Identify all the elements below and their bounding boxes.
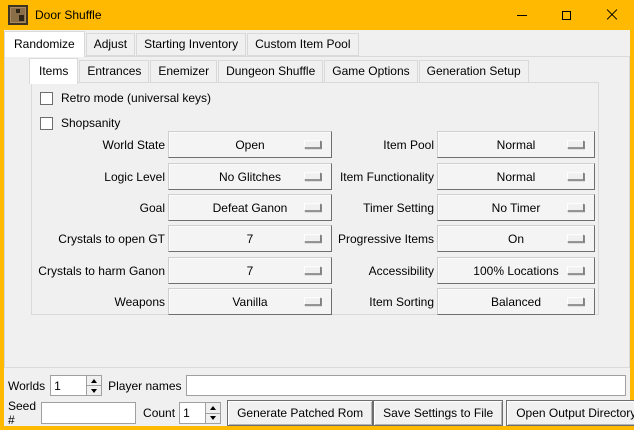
item-functionality-label: Item Functionality [285, 170, 437, 184]
tab-adjust[interactable]: Adjust [86, 33, 135, 56]
logic-level-label: Logic Level [32, 170, 168, 184]
item-sorting-dropdown[interactable]: Balanced [437, 288, 595, 315]
shopsanity-checkbox-row: Shopsanity [40, 114, 120, 132]
progressive-items-label: Progressive Items [285, 232, 437, 246]
accessibility-label: Accessibility [285, 264, 437, 278]
goal-label: Goal [32, 201, 168, 215]
goal-value: Defeat Ganon [213, 201, 288, 215]
client-area: Randomize Adjust Starting Inventory Cust… [4, 30, 630, 426]
item-pool-dropdown[interactable]: Normal [437, 131, 595, 158]
maximize-button[interactable] [544, 0, 589, 30]
crystals-gt-label: Crystals to open GT [32, 232, 168, 246]
window-title: Door Shuffle [35, 8, 102, 22]
seed-label: Seed # [8, 399, 36, 427]
worlds-row: Worlds Player names [8, 375, 628, 396]
count-label: Count [143, 406, 175, 420]
item-pool-row: Item Pool Normal [285, 131, 595, 158]
titlebar: Door Shuffle [0, 0, 634, 30]
retro-mode-checkbox[interactable] [40, 92, 53, 105]
count-spin-buttons [205, 403, 220, 423]
dropdown-indicator-icon [567, 297, 584, 305]
worlds-label: Worlds [8, 379, 45, 393]
retro-mode-checkbox-row: Retro mode (universal keys) [40, 89, 211, 107]
dropdown-indicator-icon [567, 234, 584, 242]
accessibility-dropdown[interactable]: 100% Locations [437, 257, 595, 284]
worlds-spinbox[interactable] [50, 375, 102, 396]
tab-items[interactable]: Items [29, 58, 78, 84]
player-names-label: Player names [108, 379, 181, 393]
close-button[interactable] [589, 0, 634, 30]
tab-dungeon-shuffle[interactable]: Dungeon Shuffle [218, 60, 323, 83]
arrow-down-icon [210, 416, 216, 420]
tab-enemizer[interactable]: Enemizer [150, 60, 217, 83]
item-functionality-dropdown[interactable]: Normal [437, 163, 595, 190]
worlds-spin-buttons [86, 376, 101, 395]
arrow-down-icon [91, 389, 97, 393]
dropdown-indicator-icon [567, 266, 584, 274]
item-pool-value: Normal [497, 138, 536, 152]
worlds-spin-up-button[interactable] [87, 376, 101, 385]
count-spinbox[interactable] [179, 402, 221, 424]
retro-mode-label: Retro mode (universal keys) [61, 91, 211, 105]
crystals-ganon-label: Crystals to harm Ganon [32, 264, 168, 278]
crystals-gt-value: 7 [247, 232, 254, 246]
weapons-label: Weapons [32, 295, 168, 309]
seed-input[interactable] [41, 402, 136, 424]
dropdown-indicator-icon [567, 140, 584, 148]
progressive-items-dropdown[interactable]: On [437, 225, 595, 252]
item-functionality-row: Item Functionality Normal [285, 163, 595, 190]
tab-generation-setup[interactable]: Generation Setup [419, 60, 529, 83]
crystals-ganon-value: 7 [247, 264, 254, 278]
minimize-button[interactable] [499, 0, 544, 30]
item-sorting-row: Item Sorting Balanced [285, 288, 595, 315]
tab-randomize[interactable]: Randomize [4, 31, 85, 57]
worlds-input[interactable] [51, 376, 86, 395]
worlds-spin-down-button[interactable] [87, 385, 101, 395]
dropdown-indicator-icon [567, 172, 584, 180]
open-output-directory-button[interactable]: Open Output Directory [506, 400, 634, 426]
item-sorting-label: Item Sorting [285, 295, 437, 309]
shopsanity-checkbox[interactable] [40, 117, 53, 130]
items-panel: Retro mode (universal keys) Shopsanity W… [31, 82, 599, 315]
window-controls [499, 0, 634, 30]
door-icon [8, 5, 28, 25]
count-spin-down-button[interactable] [206, 413, 220, 424]
world-state-label: World State [32, 138, 168, 152]
minimize-icon [517, 15, 527, 16]
item-pool-label: Item Pool [285, 138, 437, 152]
timer-setting-label: Timer Setting [285, 201, 437, 215]
progressive-items-row: Progressive Items On [285, 225, 595, 252]
generate-patched-rom-button[interactable]: Generate Patched Rom [227, 400, 373, 426]
sub-tab-bar: Items Entrances Enemizer Dungeon Shuffle… [29, 59, 530, 83]
arrow-up-icon [210, 406, 216, 410]
accessibility-value: 100% Locations [473, 264, 558, 278]
randomize-page: Items Entrances Enemizer Dungeon Shuffle… [4, 56, 630, 368]
app-window: Door Shuffle Randomize Adjust Starting I… [0, 0, 634, 430]
count-spin-up-button[interactable] [206, 403, 220, 413]
world-state-value: Open [235, 138, 264, 152]
shopsanity-label: Shopsanity [61, 116, 120, 130]
maximize-icon [562, 11, 571, 20]
timer-setting-value: No Timer [492, 201, 541, 215]
weapons-value: Vanilla [232, 295, 267, 309]
item-sorting-value: Balanced [491, 295, 541, 309]
save-settings-button[interactable]: Save Settings to File [373, 400, 503, 426]
count-input[interactable] [180, 403, 205, 423]
tab-game-options[interactable]: Game Options [324, 60, 417, 83]
tab-starting-inventory[interactable]: Starting Inventory [136, 33, 246, 56]
logic-level-value: No Glitches [219, 170, 281, 184]
player-names-input[interactable] [186, 375, 627, 396]
timer-setting-dropdown[interactable]: No Timer [437, 194, 595, 221]
seed-row: Seed # Count Generate Patched Rom Save S… [8, 400, 626, 426]
main-tab-bar: Randomize Adjust Starting Inventory Cust… [4, 31, 360, 56]
progressive-items-value: On [508, 232, 524, 246]
tab-custom-item-pool[interactable]: Custom Item Pool [247, 33, 358, 56]
arrow-up-icon [91, 379, 97, 383]
tab-entrances[interactable]: Entrances [79, 60, 149, 83]
accessibility-row: Accessibility 100% Locations [285, 257, 595, 284]
item-functionality-value: Normal [497, 170, 536, 184]
dropdown-indicator-icon [567, 203, 584, 211]
close-icon [606, 9, 618, 21]
timer-setting-row: Timer Setting No Timer [285, 194, 595, 221]
